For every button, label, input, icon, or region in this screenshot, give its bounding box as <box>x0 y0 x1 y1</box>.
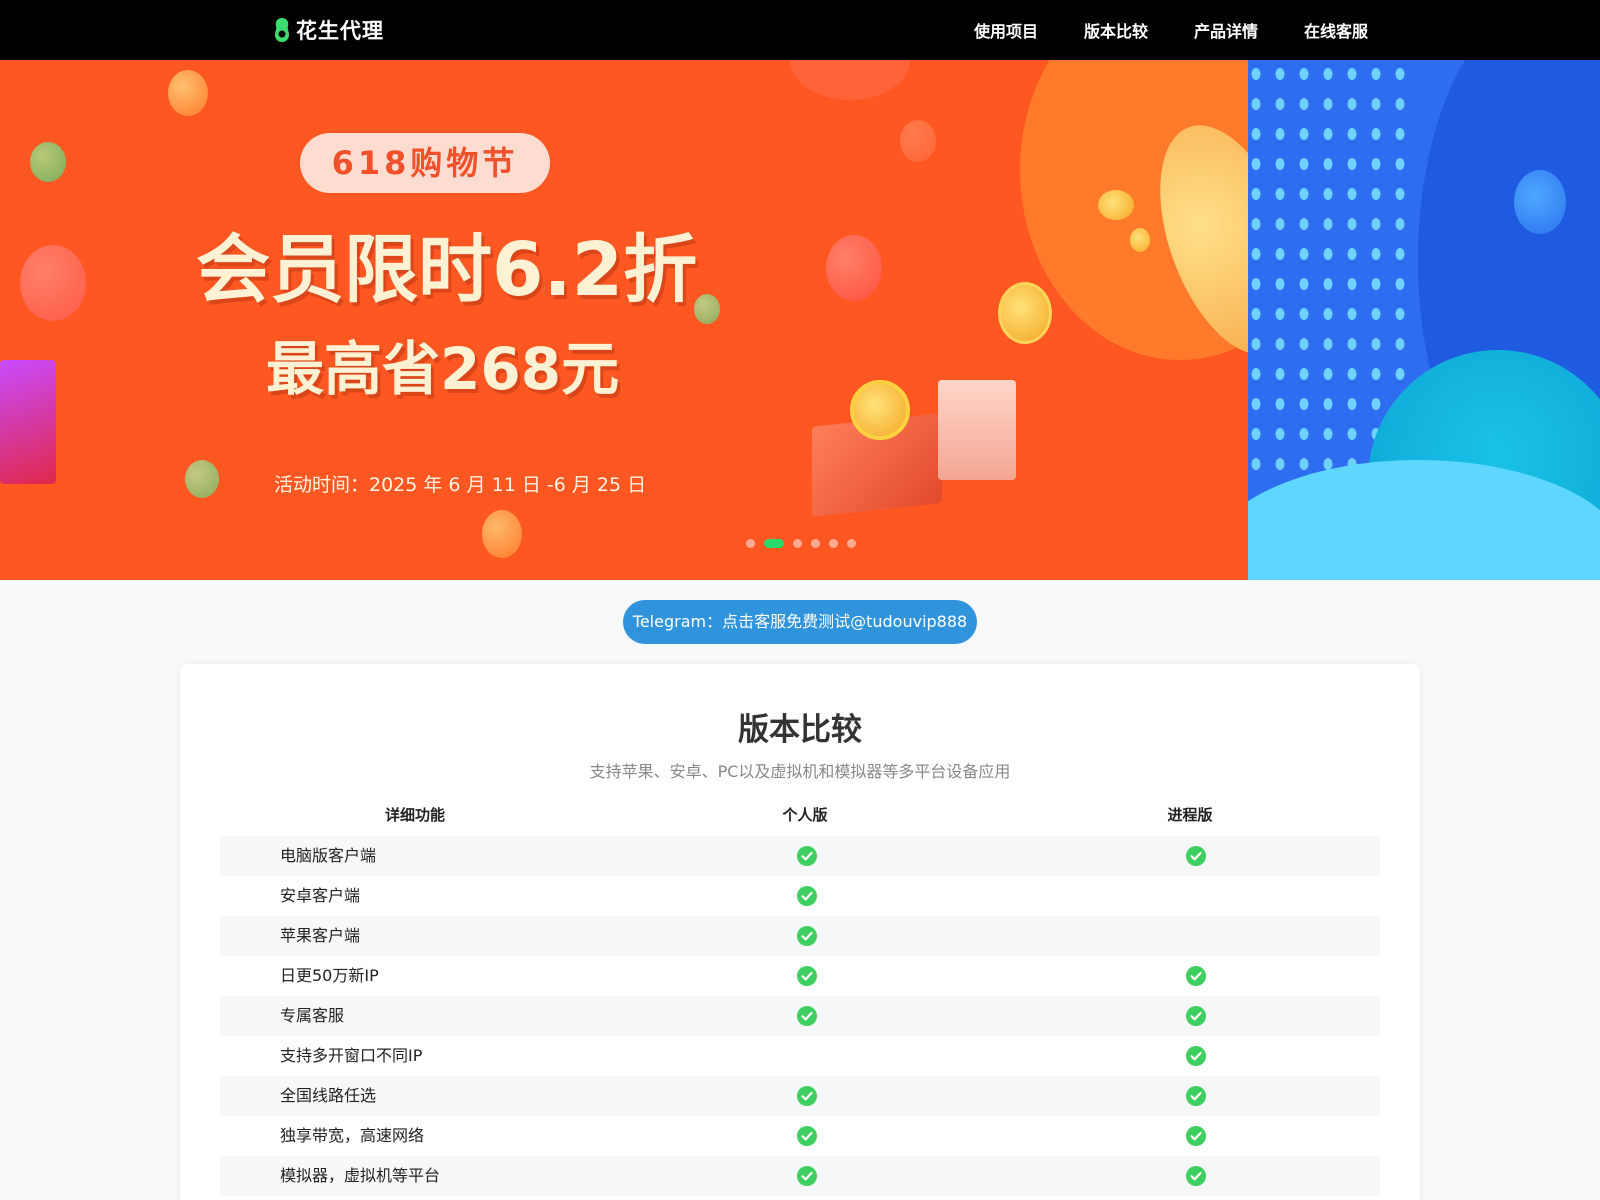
nav-link-details[interactable]: 产品详情 <box>1194 18 1258 42</box>
feature-label: 独享带宽，高速网络 <box>280 1126 425 1145</box>
carousel-dot-active[interactable] <box>764 539 784 548</box>
check-icon-process <box>1186 1006 1206 1026</box>
table-row: 独享带宽，高速网络 <box>220 1116 1380 1156</box>
check-icon-personal <box>797 1166 817 1186</box>
table-row: 安卓客户端 <box>220 876 1380 916</box>
gift-box-illustration <box>938 380 1016 480</box>
carousel-dot[interactable] <box>793 539 802 548</box>
top-navbar: 花生代理 使用项目 版本比较 产品详情 在线客服 <box>0 0 1600 60</box>
check-icon-personal <box>797 966 817 986</box>
promo-pill: 618购物节 <box>300 133 550 193</box>
carousel-dot[interactable] <box>847 539 856 548</box>
check-icon-personal <box>797 926 817 946</box>
deco-bubble <box>185 460 219 498</box>
feature-label: 日更50万新IP <box>280 966 379 985</box>
carousel-dot[interactable] <box>746 539 755 548</box>
nav-link-support[interactable]: 在线客服 <box>1304 18 1368 42</box>
deco-bubble <box>900 120 936 162</box>
telegram-support-button[interactable]: Telegram：点击客服免费测试@tudouvip888 <box>623 600 977 644</box>
deco-bubble <box>30 142 66 182</box>
carousel-dot[interactable] <box>829 539 838 548</box>
coin-icon <box>998 282 1052 344</box>
promo-slide-next[interactable] <box>1248 60 1600 580</box>
deco-bubble <box>482 510 522 558</box>
table-row: 专属客服 <box>220 996 1380 1036</box>
check-icon-personal <box>797 1006 817 1026</box>
table-row: 全国线路任选 <box>220 1076 1380 1116</box>
deco-bubble <box>168 70 208 116</box>
gift-box-illustration <box>812 380 942 517</box>
promo-dates: 活动时间：2025 年 6 月 11 日 -6 月 25 日 <box>274 474 647 496</box>
carousel-dot[interactable] <box>811 539 820 548</box>
table-row: 支持多开窗口不同IP <box>220 1036 1380 1076</box>
column-header-personal: 个人版 <box>782 806 828 824</box>
check-icon-process <box>1186 966 1206 986</box>
check-icon-personal <box>797 886 817 906</box>
check-icon-personal <box>797 846 817 866</box>
check-icon-process <box>1186 1046 1206 1066</box>
deco-blob <box>1514 170 1566 234</box>
feature-label: 支持多开窗口不同IP <box>280 1046 423 1065</box>
section-title: 版本比较 <box>738 712 862 748</box>
feature-label: 专属客服 <box>280 1006 345 1025</box>
version-comparison-card: 版本比较 支持苹果、安卓、PC以及虚拟机和模拟器等多平台设备应用 详细功能 个人… <box>180 664 1420 1200</box>
logo-text: 花生代理 <box>296 19 384 43</box>
promo-subline: 最高省268元 <box>266 335 620 403</box>
column-header-feature: 详细功能 <box>384 806 445 824</box>
check-icon-process <box>1186 1126 1206 1146</box>
feature-label: 模拟器，虚拟机等平台 <box>280 1166 441 1185</box>
check-icon-process <box>1186 1166 1206 1186</box>
check-icon-personal <box>797 1086 817 1106</box>
nav-link-projects[interactable]: 使用项目 <box>974 18 1038 42</box>
logo[interactable]: 花生代理 <box>272 14 384 46</box>
comparison-table-body: 电脑版客户端 安卓客户端苹果客户端日更50万新IP 专属客服支持多开窗口不同IP 全国… <box>220 836 1380 1196</box>
peanut-logo-icon <box>275 18 289 42</box>
table-row: 模拟器，虚拟机等平台 <box>220 1156 1380 1196</box>
column-header-process: 进程版 <box>1167 806 1213 824</box>
deco-bubble <box>694 294 720 324</box>
feature-label: 苹果客户端 <box>280 926 361 945</box>
table-row: 电脑版客户端 <box>220 836 1380 876</box>
check-icon-process <box>1186 846 1206 866</box>
promo-headline: 会员限时6.2折 <box>196 227 698 313</box>
deco-bubble <box>20 245 86 321</box>
gift-box-illustration <box>0 360 56 484</box>
carousel-dots <box>746 539 856 548</box>
deco-bubble <box>790 60 910 100</box>
nav-links: 使用项目 版本比较 产品详情 在线客服 <box>974 0 1368 60</box>
promo-carousel[interactable]: 618购物节 会员限时6.2折 最高省268元 活动时间：2025 年 6 月 … <box>0 60 1600 580</box>
table-row: 苹果客户端 <box>220 916 1380 956</box>
feature-label: 全国线路任选 <box>280 1086 377 1105</box>
promo-slide-618[interactable]: 618购物节 会员限时6.2折 最高省268元 活动时间：2025 年 6 月 … <box>0 60 1248 580</box>
check-icon-personal <box>797 1126 817 1146</box>
check-icon-process <box>1186 1086 1206 1106</box>
nav-link-compare[interactable]: 版本比较 <box>1084 18 1148 42</box>
coin-icon <box>1130 228 1150 252</box>
table-header: 详细功能 个人版 进程版 <box>220 798 1380 828</box>
coin-icon <box>1098 190 1134 220</box>
feature-label: 安卓客户端 <box>280 886 361 905</box>
deco-bubble <box>826 235 882 301</box>
feature-label: 电脑版客户端 <box>280 846 377 865</box>
section-subtitle: 支持苹果、安卓、PC以及虚拟机和模拟器等多平台设备应用 <box>589 762 1011 781</box>
table-row: 日更50万新IP <box>220 956 1380 996</box>
